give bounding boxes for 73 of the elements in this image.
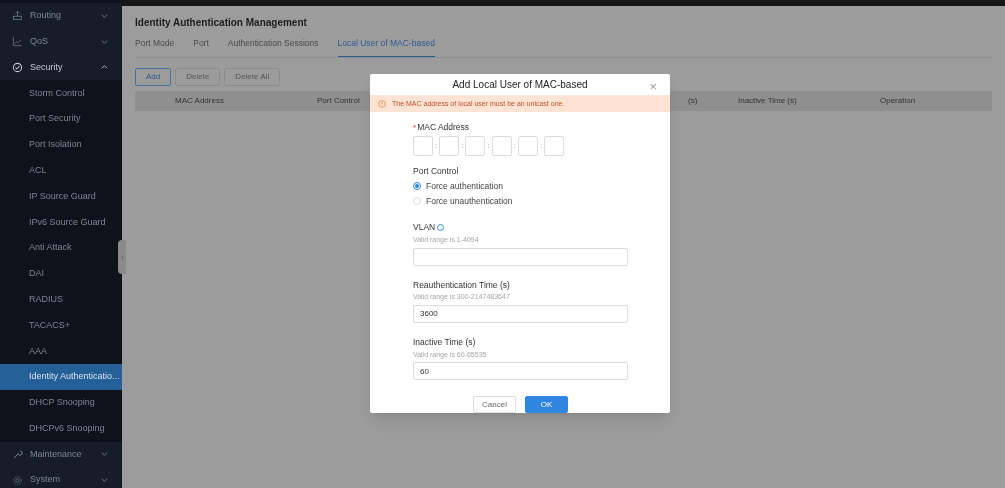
sidebar-item[interactable]: RADIUS — [0, 286, 122, 313]
sidebar-item[interactable]: Port Isolation — [0, 132, 122, 158]
sidebar-item[interactable]: DAI — [0, 260, 122, 287]
settings-icon — [12, 474, 23, 486]
sidebar-label: Routing — [30, 9, 63, 23]
separator: : — [539, 140, 543, 152]
sidebar-item[interactable]: Identity Authenticatio... — [0, 364, 122, 390]
collapse-handle[interactable] — [118, 240, 126, 274]
sidebar-item[interactable]: IP Source Guard — [0, 183, 122, 210]
sidebar-item[interactable]: IPv6 Source Guard — [0, 209, 122, 236]
chevron-icon — [101, 478, 108, 483]
mac-segment-field[interactable] — [517, 136, 538, 156]
field-label: MAC Address — [417, 121, 470, 134]
ok-button[interactable]: OK — [525, 396, 568, 413]
mac-segment-field[interactable] — [465, 136, 486, 156]
sidebar-item[interactable]: Maintenance — [0, 441, 122, 468]
chart-icon — [12, 36, 23, 48]
close-button[interactable]: × — [649, 80, 657, 93]
mac-segment-field[interactable] — [544, 136, 565, 156]
input-field[interactable] — [413, 247, 628, 266]
radio-label: Force unauthentication — [426, 194, 513, 208]
sidebar-item[interactable]: Storm Control — [0, 80, 122, 107]
chevron-icon — [101, 452, 108, 457]
wrench-icon — [12, 448, 23, 460]
field-label: Inactive Time (s) — [413, 335, 476, 349]
shield-icon — [12, 62, 23, 73]
sidebar-item[interactable]: Anti Attack — [0, 235, 122, 261]
column-header: Operation — [880, 95, 916, 107]
input-field[interactable]: 3600 — [413, 304, 628, 323]
sidebar-label: Security — [30, 60, 64, 74]
sidebar-label: System — [30, 473, 61, 487]
sidebar-item[interactable]: DHCPv6 Snooping — [0, 415, 122, 442]
field-label: Port Control — [413, 165, 460, 178]
input-field[interactable]: 60 — [413, 362, 628, 380]
separator: : — [435, 140, 438, 152]
sidebar-item[interactable]: QoS — [0, 28, 122, 55]
sidebar-label: QoS — [30, 34, 49, 48]
tab[interactable]: Authentication Sessions — [227, 30, 319, 57]
mac-segment-field[interactable] — [413, 136, 433, 156]
chevron-icon — [101, 13, 108, 18]
separator: : — [487, 140, 490, 152]
sidebar-item[interactable]: Routing — [0, 3, 122, 29]
column-header: Inactive Time (s) — [738, 95, 797, 107]
sidebar-item[interactable]: Security — [0, 54, 122, 81]
column-header: (s) — [688, 95, 698, 107]
separator: : — [513, 140, 516, 152]
column-header: MAC Address — [175, 95, 224, 107]
tab[interactable]: Port Mode — [135, 30, 175, 57]
column-header: Port Control — [317, 95, 360, 107]
toolbar-button[interactable]: Add — [135, 68, 172, 86]
sidebar-item[interactable]: ACL — [0, 157, 122, 184]
page-title: Identity Authentication Management — [135, 16, 308, 30]
field-label: VLAN — [413, 221, 436, 234]
cancel-button[interactable]: Cancel — [473, 396, 516, 413]
radio-label: Force authentication — [426, 179, 504, 193]
chevron-icon — [101, 39, 108, 44]
required-mark: * — [413, 121, 417, 134]
tab[interactable]: Port — [193, 30, 209, 57]
chevron-icon — [101, 65, 108, 70]
sidebar-item[interactable]: AAA — [0, 338, 122, 365]
warning-icon — [378, 99, 386, 108]
sidebar-item[interactable]: Port Security — [0, 106, 122, 132]
sidebar-item[interactable]: DHCP Snooping — [0, 389, 122, 416]
mac-segment-field[interactable] — [439, 136, 460, 156]
sidebar-item[interactable]: System — [0, 467, 122, 488]
mac-segment-field[interactable] — [491, 136, 512, 156]
sidebar-item[interactable]: TACACS+ — [0, 312, 122, 339]
sidebar-label: Maintenance — [30, 447, 83, 461]
field-label: Reauthentication Time (s) — [413, 278, 510, 292]
tab[interactable]: Local User of MAC-based — [337, 30, 435, 57]
dialog-title: Add Local User of MAC-based — [452, 78, 588, 93]
router-icon — [12, 10, 23, 22]
separator: : — [461, 140, 464, 152]
